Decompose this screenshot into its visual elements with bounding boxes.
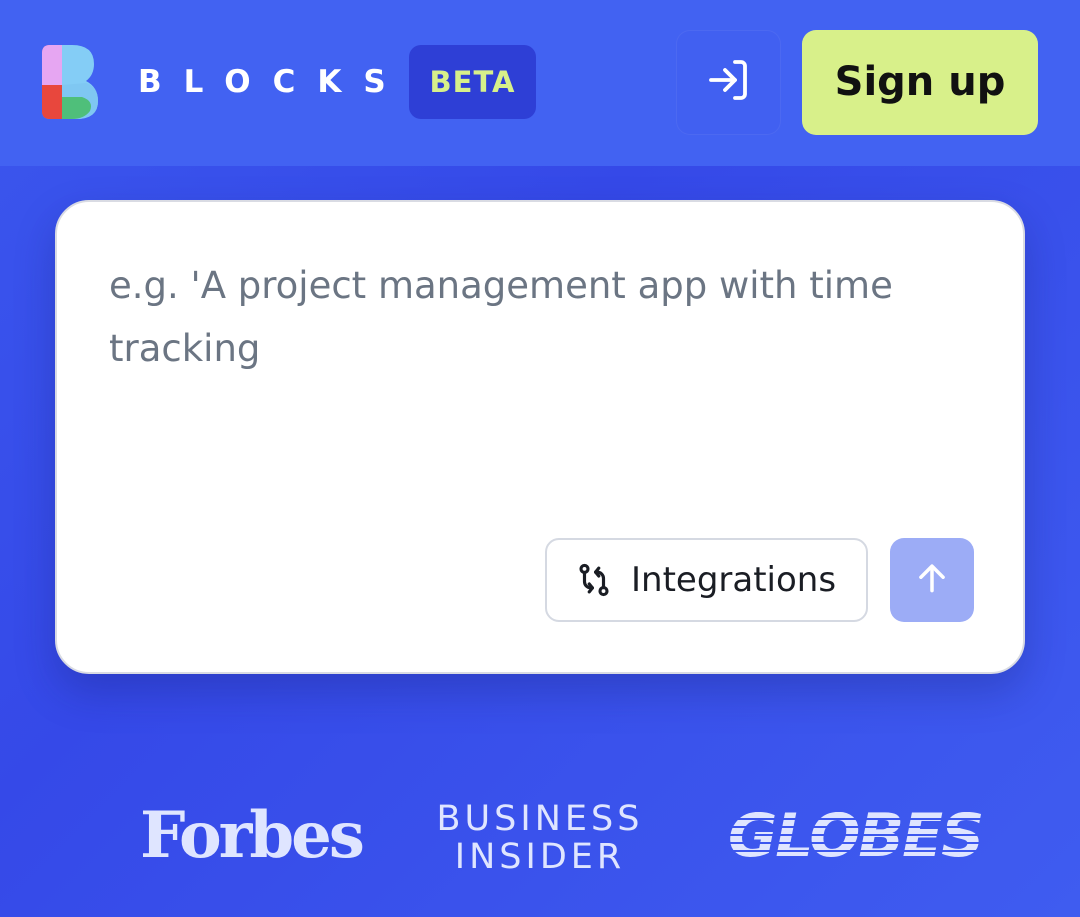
send-button[interactable] (890, 538, 974, 622)
login-arrow-icon (705, 56, 753, 109)
press-logos: Forbes BUSINESS INSIDER GLOBES (0, 790, 1080, 890)
business-insider-logo: BUSINESS INSIDER (432, 800, 648, 876)
integrations-label: Integrations (631, 560, 837, 600)
globes-logo: GLOBES (728, 801, 984, 871)
brand-wordmark: BLOCKS (138, 64, 408, 100)
login-button[interactable] (676, 30, 781, 135)
top-header: BLOCKS BETA Sign up (0, 0, 1080, 166)
git-compare-icon (575, 561, 613, 599)
integrations-button[interactable]: Integrations (545, 538, 868, 622)
beta-badge: BETA (409, 45, 536, 119)
forbes-logo: Forbes (140, 798, 365, 873)
prompt-card: Integrations (55, 200, 1025, 674)
blocks-logo-icon[interactable] (42, 45, 98, 119)
business-insider-line2: INSIDER (454, 837, 626, 877)
app-idea-prompt-input[interactable] (109, 254, 969, 504)
business-insider-line1: BUSINESS (436, 799, 644, 839)
arrow-up-icon (913, 559, 951, 602)
sign-up-button[interactable]: Sign up (802, 30, 1038, 135)
